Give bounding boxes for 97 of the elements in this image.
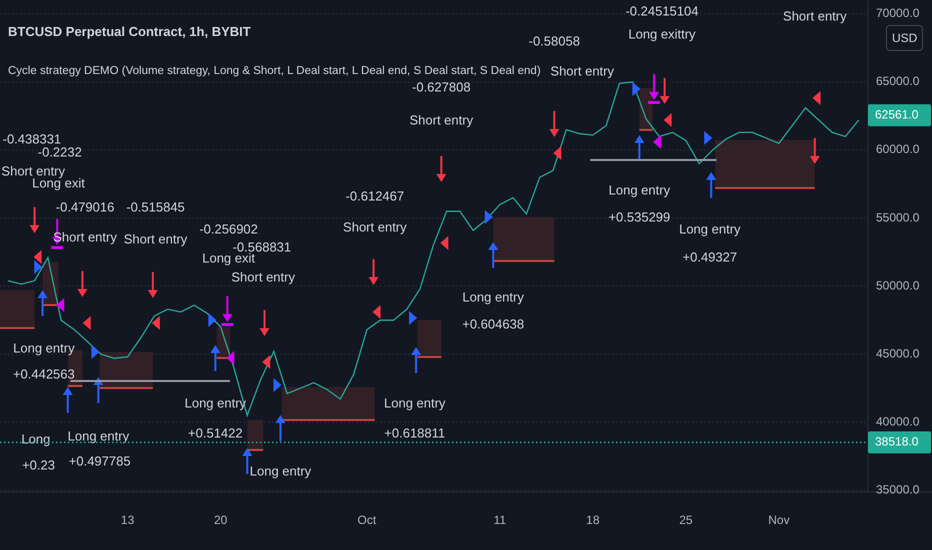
- left-triangle-icon: [34, 250, 42, 264]
- signal-label: Short entry: [550, 63, 614, 78]
- trade-zone: [100, 352, 153, 390]
- signal-label: Long entry: [679, 222, 741, 237]
- left-triangle-icon: [440, 236, 448, 250]
- right-triangle-icon: [632, 82, 640, 96]
- date-axis-label: 18: [586, 513, 600, 528]
- down-arrow-icon: [221, 296, 234, 326]
- signal-label: -0.256902: [199, 222, 258, 237]
- trade-zone: [0, 290, 35, 330]
- trade-zone: [417, 320, 442, 358]
- right-triangle-icon: [34, 260, 42, 274]
- left-triangle-icon: [226, 350, 234, 365]
- up-arrow-icon: [411, 346, 422, 373]
- left-triangle-icon: [652, 135, 661, 150]
- left-triangle-icon: [812, 90, 820, 105]
- down-arrow-icon: [436, 156, 446, 182]
- signal-label: -0.627808: [412, 79, 471, 94]
- signal-label: -0.438331: [2, 131, 62, 146]
- price-badge: 38518.0: [868, 431, 931, 454]
- price-axis-label: 60000.0: [876, 142, 920, 156]
- signal-label: Short entry: [410, 112, 474, 128]
- price-axis-label: 45000.0: [876, 346, 920, 360]
- left-triangle-icon: [56, 298, 64, 312]
- down-arrow-icon: [368, 259, 379, 286]
- signal-label: Long entry: [608, 182, 670, 198]
- signal-label: +0.49327: [682, 249, 738, 264]
- signal-label: -0.515845: [126, 199, 185, 214]
- up-arrow-icon: [38, 290, 48, 316]
- date-axis-label: Nov: [768, 513, 790, 528]
- signal-label: Long entry: [384, 395, 446, 410]
- signal-label: +0.23: [22, 457, 55, 472]
- signal-label: Short entry: [1, 163, 66, 178]
- down-arrow-icon: [260, 310, 270, 336]
- trade-zone: [247, 420, 264, 451]
- down-arrow-icon: [648, 74, 660, 104]
- signal-label: Short entry: [231, 269, 295, 284]
- signal-label: -0.2232: [38, 144, 82, 160]
- left-triangle-icon: [664, 113, 672, 127]
- down-arrow-icon: [148, 272, 158, 298]
- signal-label: -0.612467: [346, 188, 404, 204]
- up-arrow-icon: [210, 345, 220, 372]
- signal-label: +0.604638: [462, 316, 524, 332]
- currency-button[interactable]: USD: [886, 25, 924, 51]
- right-triangle-icon: [704, 130, 712, 145]
- up-arrow-icon: [706, 172, 716, 198]
- down-arrow-icon: [30, 207, 40, 234]
- signal-label: +0.535299: [608, 209, 670, 224]
- left-triangle-icon: [553, 146, 562, 160]
- up-arrow-icon: [488, 242, 498, 268]
- date-axis-label: 25: [679, 513, 693, 528]
- signal-label: Long entry: [13, 340, 75, 356]
- up-arrow-icon: [242, 448, 252, 474]
- signal-label: Long entry: [462, 289, 524, 304]
- signal-label: +0.442563: [12, 366, 75, 382]
- price-axis-label: 50000.0: [876, 278, 920, 292]
- down-arrow-icon: [77, 271, 88, 298]
- signal-label: Short entry: [124, 231, 188, 246]
- price-axis-label: 35000.0: [876, 482, 920, 496]
- date-axis-label: 13: [120, 513, 134, 528]
- date-axis-label: 11: [494, 513, 506, 528]
- right-triangle-icon: [273, 378, 282, 392]
- up-arrow-icon: [275, 415, 286, 441]
- indicator-legend: Cycle strategy DEMO (Volume strategy, Long & Short, L Deal start, L Deal end, S Deal start, S Deal end): [8, 63, 541, 79]
- signal-label: -0.479016: [56, 199, 114, 214]
- signal-label: -0.58058: [528, 33, 580, 48]
- price-axis-label: 55000.0: [876, 210, 920, 224]
- right-triangle-icon: [208, 313, 216, 328]
- signal-label: Short entry: [343, 219, 407, 234]
- signal-label: -0.24515104: [625, 3, 698, 18]
- trade-zone: [493, 217, 554, 262]
- down-arrow-icon: [549, 111, 560, 138]
- up-arrow-icon: [634, 134, 644, 161]
- signal-label: Long exittry: [628, 26, 696, 42]
- up-arrow-icon: [62, 386, 73, 413]
- left-triangle-icon: [152, 316, 160, 330]
- up-arrow-icon: [93, 377, 104, 404]
- right-triangle-icon: [409, 310, 418, 325]
- signal-label: +0.51422: [188, 425, 243, 440]
- down-arrow-icon: [660, 78, 670, 104]
- signal-label: Long entry: [250, 463, 312, 478]
- date-axis-label: Oct: [358, 513, 376, 528]
- left-triangle-icon: [262, 355, 270, 370]
- right-triangle-icon: [91, 345, 100, 359]
- signal-label: Long entry: [68, 428, 130, 444]
- price-axis-label: 40000.0: [876, 414, 920, 428]
- price-axis-label: 65000.0: [876, 74, 920, 88]
- down-arrow-icon: [810, 138, 820, 164]
- signal-label: +0.497785: [68, 454, 131, 468]
- signal-label: Short entry: [783, 8, 847, 24]
- price-axis-label: 70000.0: [876, 6, 920, 20]
- date-axis-label: 20: [214, 513, 228, 528]
- left-triangle-icon: [372, 305, 380, 319]
- signal-label: +0.618811: [384, 425, 446, 440]
- right-triangle-icon: [484, 210, 493, 224]
- price-badge: 62561.0: [868, 104, 931, 126]
- left-triangle-icon: [82, 316, 91, 330]
